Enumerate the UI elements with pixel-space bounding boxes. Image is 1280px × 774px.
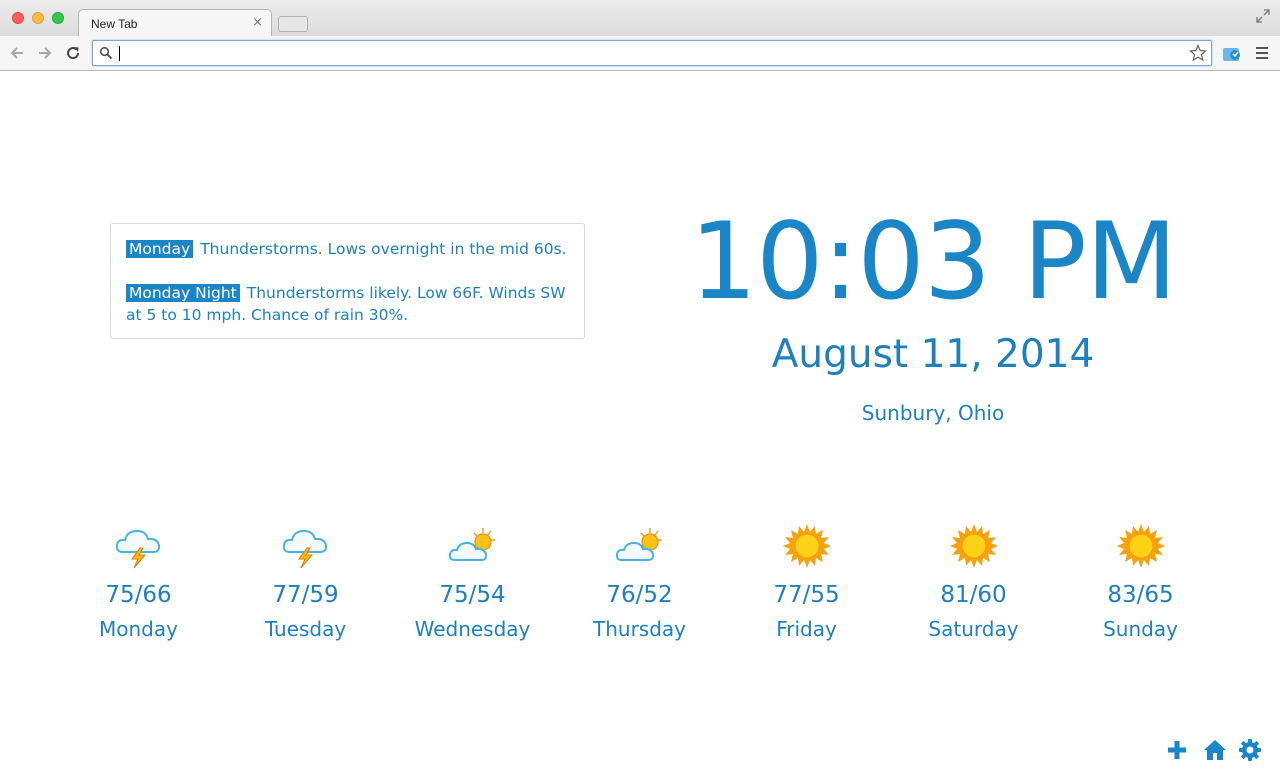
day-name: Sunday xyxy=(1103,617,1178,641)
day-temperature: 81/60 xyxy=(940,582,1007,608)
forecast-text: Thunderstorms. Lows overnight in the mid… xyxy=(200,240,567,258)
clock-date: August 11, 2014 xyxy=(771,332,1095,377)
forward-arrow-icon[interactable] xyxy=(36,44,54,62)
reload-icon[interactable] xyxy=(64,44,82,62)
forecast-panel: Monday Thunderstorms. Lows overnight in t… xyxy=(110,223,585,339)
partly-cloudy-icon xyxy=(448,528,495,561)
clock-time: 10:03 PM xyxy=(689,200,1178,323)
day-temperature: 77/55 xyxy=(773,582,840,608)
day-forecast-friday: 77/55 Friday xyxy=(723,522,890,643)
thunderstorm-icon xyxy=(115,529,160,569)
day-forecast-tuesday: 77/59 Tuesday xyxy=(222,522,389,643)
browser-toolbar xyxy=(0,36,1280,71)
forecast-entry: Monday Thunderstorms. Lows overnight in t… xyxy=(126,238,569,260)
day-forecast-sunday: 83/65 Sunday xyxy=(1057,522,1224,643)
close-window-button[interactable] xyxy=(12,12,24,24)
day-temperature: 75/66 xyxy=(105,582,172,608)
day-name: Friday xyxy=(776,617,837,641)
day-name: Monday xyxy=(99,617,178,641)
day-name: Thursday xyxy=(593,617,686,641)
settings-gear-icon[interactable] xyxy=(1238,738,1262,762)
location-label: Sunbury, Ohio xyxy=(861,401,1005,425)
minimize-window-button[interactable] xyxy=(32,12,44,24)
new-tab-page: Monday Thunderstorms. Lows overnight in t… xyxy=(0,72,1280,774)
extension-icon[interactable] xyxy=(1222,45,1242,63)
forecast-period-badge: Monday xyxy=(126,240,194,258)
daily-forecast-row: 75/66 Monday 77/59 Tuesday 75/54 Wednesd… xyxy=(55,522,1223,652)
day-temperature: 77/59 xyxy=(272,582,339,608)
thunderstorm-icon xyxy=(282,529,327,569)
zoom-window-button[interactable] xyxy=(52,12,64,24)
day-name: Saturday xyxy=(928,617,1019,641)
tab-new-tab[interactable]: New Tab × xyxy=(78,9,272,37)
tab-close-icon[interactable]: × xyxy=(252,15,263,30)
partly-cloudy-icon xyxy=(615,528,662,561)
home-icon[interactable] xyxy=(1203,738,1227,762)
day-temperature: 75/54 xyxy=(439,582,506,608)
day-forecast-saturday: 81/60 Saturday xyxy=(890,522,1057,643)
title-bar: New Tab × xyxy=(0,0,1280,37)
sunny-icon xyxy=(1116,524,1165,568)
address-input[interactable] xyxy=(117,43,1177,63)
fullscreen-icon[interactable] xyxy=(1256,9,1270,23)
forecast-period-badge: Monday Night xyxy=(126,284,240,302)
bookmark-star-icon[interactable] xyxy=(1189,44,1207,62)
forecast-entry: Monday Night Thunderstorms likely. Low 66… xyxy=(126,282,569,326)
day-name: Tuesday xyxy=(264,617,347,641)
new-tab-button[interactable] xyxy=(278,16,308,32)
chrome-menu-icon[interactable] xyxy=(1256,47,1268,59)
day-forecast-thursday: 76/52 Thursday xyxy=(556,522,723,643)
add-icon[interactable] xyxy=(1165,738,1189,762)
address-bar[interactable] xyxy=(92,40,1212,66)
day-temperature: 83/65 xyxy=(1107,582,1174,608)
search-icon xyxy=(99,46,113,60)
tab-title: New Tab xyxy=(91,17,138,31)
day-temperature: 76/52 xyxy=(606,582,673,608)
day-forecast-monday: 75/66 Monday xyxy=(55,522,222,643)
sunny-icon xyxy=(949,524,998,568)
day-forecast-wednesday: 75/54 Wednesday xyxy=(389,522,556,643)
day-name: Wednesday xyxy=(414,617,531,641)
text-cursor xyxy=(119,46,120,61)
sunny-icon xyxy=(782,524,831,568)
back-arrow-icon[interactable] xyxy=(8,44,26,62)
